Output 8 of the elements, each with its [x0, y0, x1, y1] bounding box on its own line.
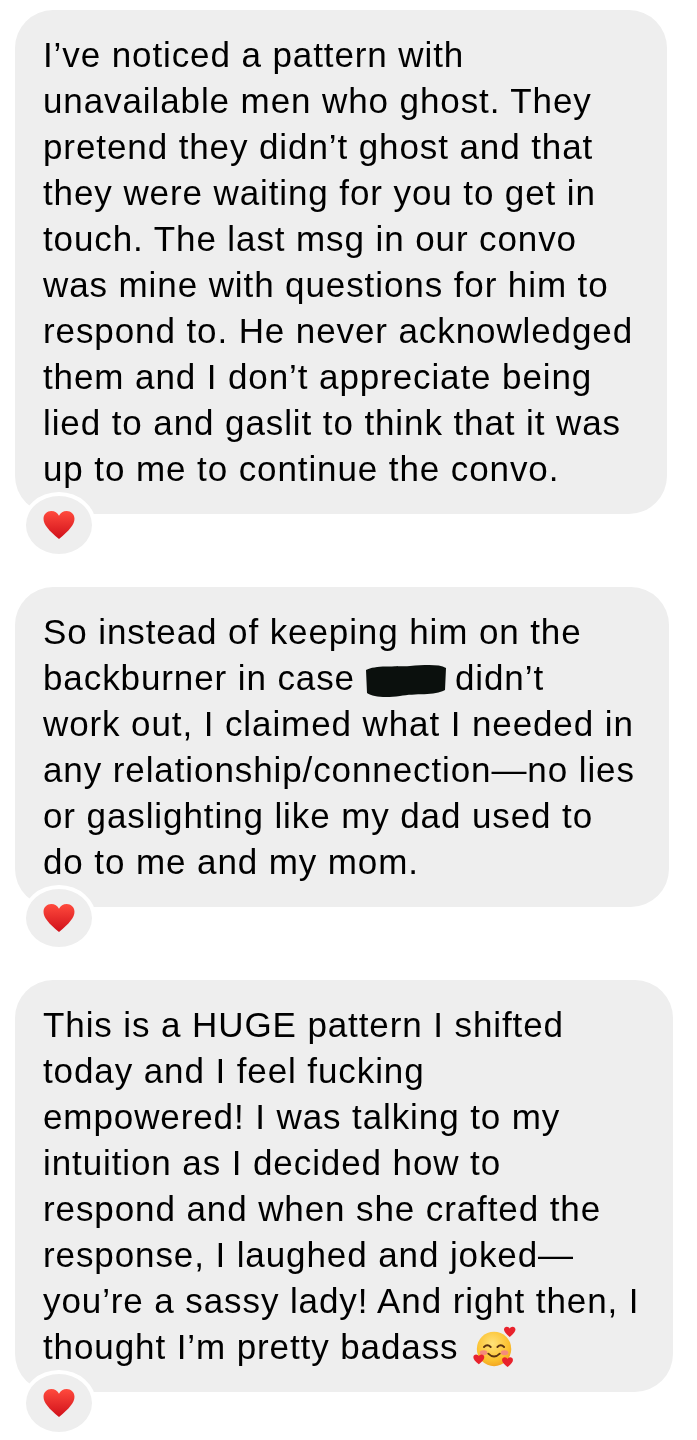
heart-icon	[42, 509, 76, 541]
smiling-face-with-hearts-icon	[472, 1325, 517, 1369]
redaction-mark-icon	[364, 663, 447, 699]
heart-icon	[42, 902, 76, 934]
message-text: So instead of keeping him on the backburner in case didn’t work out, I claimed what I needed in any relationship/connection—no lies or gaslighting like my dad used to do to me and my mom.	[43, 611, 635, 883]
message-text: This is a HUGE pattern I shifted today and I feel fucking empowered! I was talking to my intuition as I decided how to respond and when she crafted the response, I laughed and joked— you’re a sassy lady! And right then, I thought I’m pretty badass	[43, 1002, 640, 1370]
heart-icon	[42, 1387, 76, 1419]
message-text: I’ve noticed a pattern with unavailable men who ghost. They pretend they didn’t ghost and that they were waiting for you to get in touch. The last msg in our convo was mine with questions for him to respond to. He never acknowledged them and I don’t appreciate being lied to and gaslit to think that it was up to me to continue the convo.	[43, 34, 634, 490]
